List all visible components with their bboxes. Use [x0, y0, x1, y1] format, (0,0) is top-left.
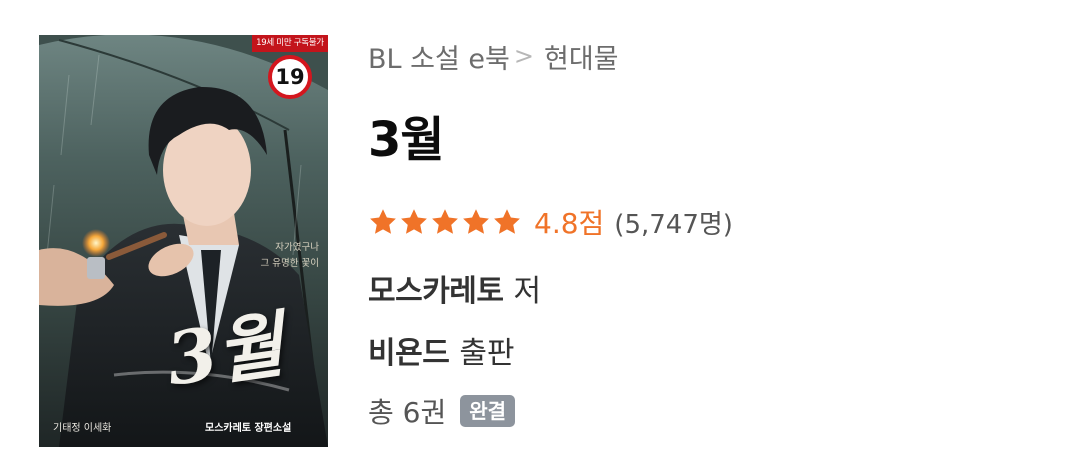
book-cover[interactable]: 19세 미만 구독불가 19 자가였구나 그 유명한 꽃이 3월 기태정 이세화…: [39, 35, 328, 447]
cover-tagline: 자가였구나 그 유명한 꽃이: [229, 240, 319, 272]
star-icon: [401, 209, 427, 234]
cover-author-credit: 모스카레토 장편소설: [205, 423, 292, 434]
star-icon: [463, 209, 489, 234]
breadcrumb: BL 소설 e북 > 현대물: [368, 37, 619, 76]
star-icon: [432, 209, 458, 234]
volume-count: 총 6권: [368, 396, 447, 429]
age-19-badge: 19: [268, 55, 312, 99]
publisher-row: 비욘드 출판: [368, 328, 515, 372]
publisher-suffix: 출판: [459, 336, 515, 371]
breadcrumb-category-link[interactable]: BL 소설 e북: [368, 37, 510, 76]
publisher-link[interactable]: 비욘드: [368, 328, 450, 372]
chevron-right-icon: >: [513, 42, 534, 70]
star-rating: [368, 207, 522, 237]
rating-row: 4.8점 (5,747명): [368, 202, 733, 242]
rating-score: 4.8점: [534, 207, 605, 240]
age-restriction-banner: 19세 미만 구독불가: [252, 35, 328, 52]
cover-tagline-line: 자가였구나: [275, 242, 319, 253]
author-row: 모스카레토 저: [368, 266, 541, 310]
breadcrumb-genre-link[interactable]: 현대물: [544, 37, 619, 76]
author-suffix: 저: [513, 274, 542, 309]
author-link[interactable]: 모스카레토: [368, 266, 504, 310]
book-title: 3월: [368, 112, 445, 168]
star-icon: [370, 209, 396, 234]
volume-row: 총 6권 완결: [368, 390, 516, 432]
rating-count: (5,747명): [614, 209, 733, 240]
star-icon: [494, 209, 520, 234]
completed-badge: 완결: [460, 395, 516, 427]
cover-tagline-line: 그 유명한 꽃이: [260, 258, 319, 269]
cover-illustrator-credit: 기태정 이세화: [53, 423, 112, 434]
